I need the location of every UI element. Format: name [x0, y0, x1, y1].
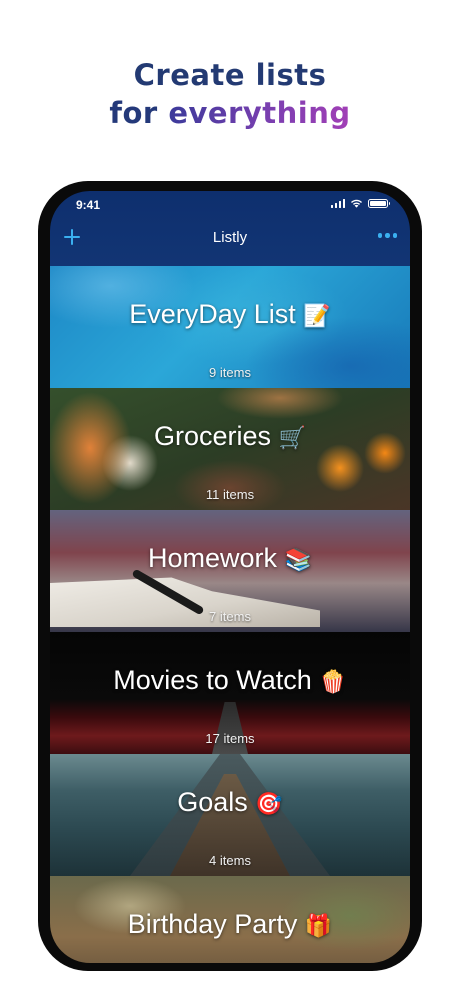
phone-frame: 9:41 Listly EveryDay List 📝 9 items Groc…	[38, 181, 422, 971]
list-title: Goals 🎯	[50, 787, 410, 818]
list-title: Homework 📚	[50, 543, 410, 574]
list-item[interactable]: Homework 📚 7 items	[50, 510, 410, 632]
books-icon: 📚	[284, 548, 312, 573]
list-name: Homework	[148, 543, 278, 573]
list-count: 7 items	[209, 609, 251, 624]
list-name: EveryDay List	[129, 299, 296, 329]
list-item[interactable]: Birthday Party 🎁	[50, 876, 410, 963]
headline-accent: everything	[168, 96, 351, 130]
list-name: Groceries	[154, 421, 272, 451]
list-count: 17 items	[205, 731, 255, 746]
target-icon: 🎯	[255, 792, 283, 817]
list-name: Movies to Watch	[113, 665, 312, 695]
status-time: 9:41	[76, 198, 101, 212]
list-count: 4 items	[209, 853, 251, 868]
list-title: EveryDay List 📝	[50, 299, 410, 330]
status-icons	[330, 199, 390, 208]
list-item[interactable]: Movies to Watch 🍿 17 items	[50, 632, 410, 754]
nav-bar: Listly	[50, 217, 410, 266]
list-name: Birthday Party	[127, 909, 298, 939]
status-bar: 9:41	[50, 191, 410, 217]
wifi-icon	[350, 199, 363, 208]
list-name: Goals	[177, 787, 248, 817]
list-item[interactable]: Goals 🎯 4 items	[50, 754, 410, 876]
headline-line-2: for everything	[0, 94, 460, 132]
cellular-signal-icon	[330, 199, 345, 208]
headline-prefix: for	[109, 96, 169, 130]
headline-line-1: Create lists	[133, 58, 327, 92]
app-screen: 9:41 Listly EveryDay List 📝 9 items Groc…	[50, 191, 410, 963]
list-count: 9 items	[209, 365, 251, 380]
popcorn-icon: 🍿	[319, 670, 347, 695]
gift-icon: 🎁	[304, 914, 333, 939]
top-bar: 9:41 Listly	[50, 191, 410, 266]
promo-headline: Create lists for everything	[0, 56, 460, 132]
battery-icon	[368, 199, 390, 208]
list-collection: EveryDay List 📝 9 items Groceries 🛒 11 i…	[50, 266, 410, 963]
list-title: Groceries 🛒	[50, 421, 410, 452]
list-title: Movies to Watch 🍿	[50, 665, 410, 696]
list-item[interactable]: EveryDay List 📝 9 items	[50, 266, 410, 388]
list-count: 11 items	[205, 487, 255, 502]
shopping-cart-icon: 🛒	[278, 426, 306, 451]
memo-icon: 📝	[303, 304, 331, 329]
nav-title: Listly	[212, 229, 248, 246]
list-item[interactable]: Groceries 🛒 11 items	[50, 388, 410, 510]
ellipsis-icon[interactable]	[377, 233, 397, 238]
list-title: Birthday Party 🎁	[50, 909, 410, 940]
